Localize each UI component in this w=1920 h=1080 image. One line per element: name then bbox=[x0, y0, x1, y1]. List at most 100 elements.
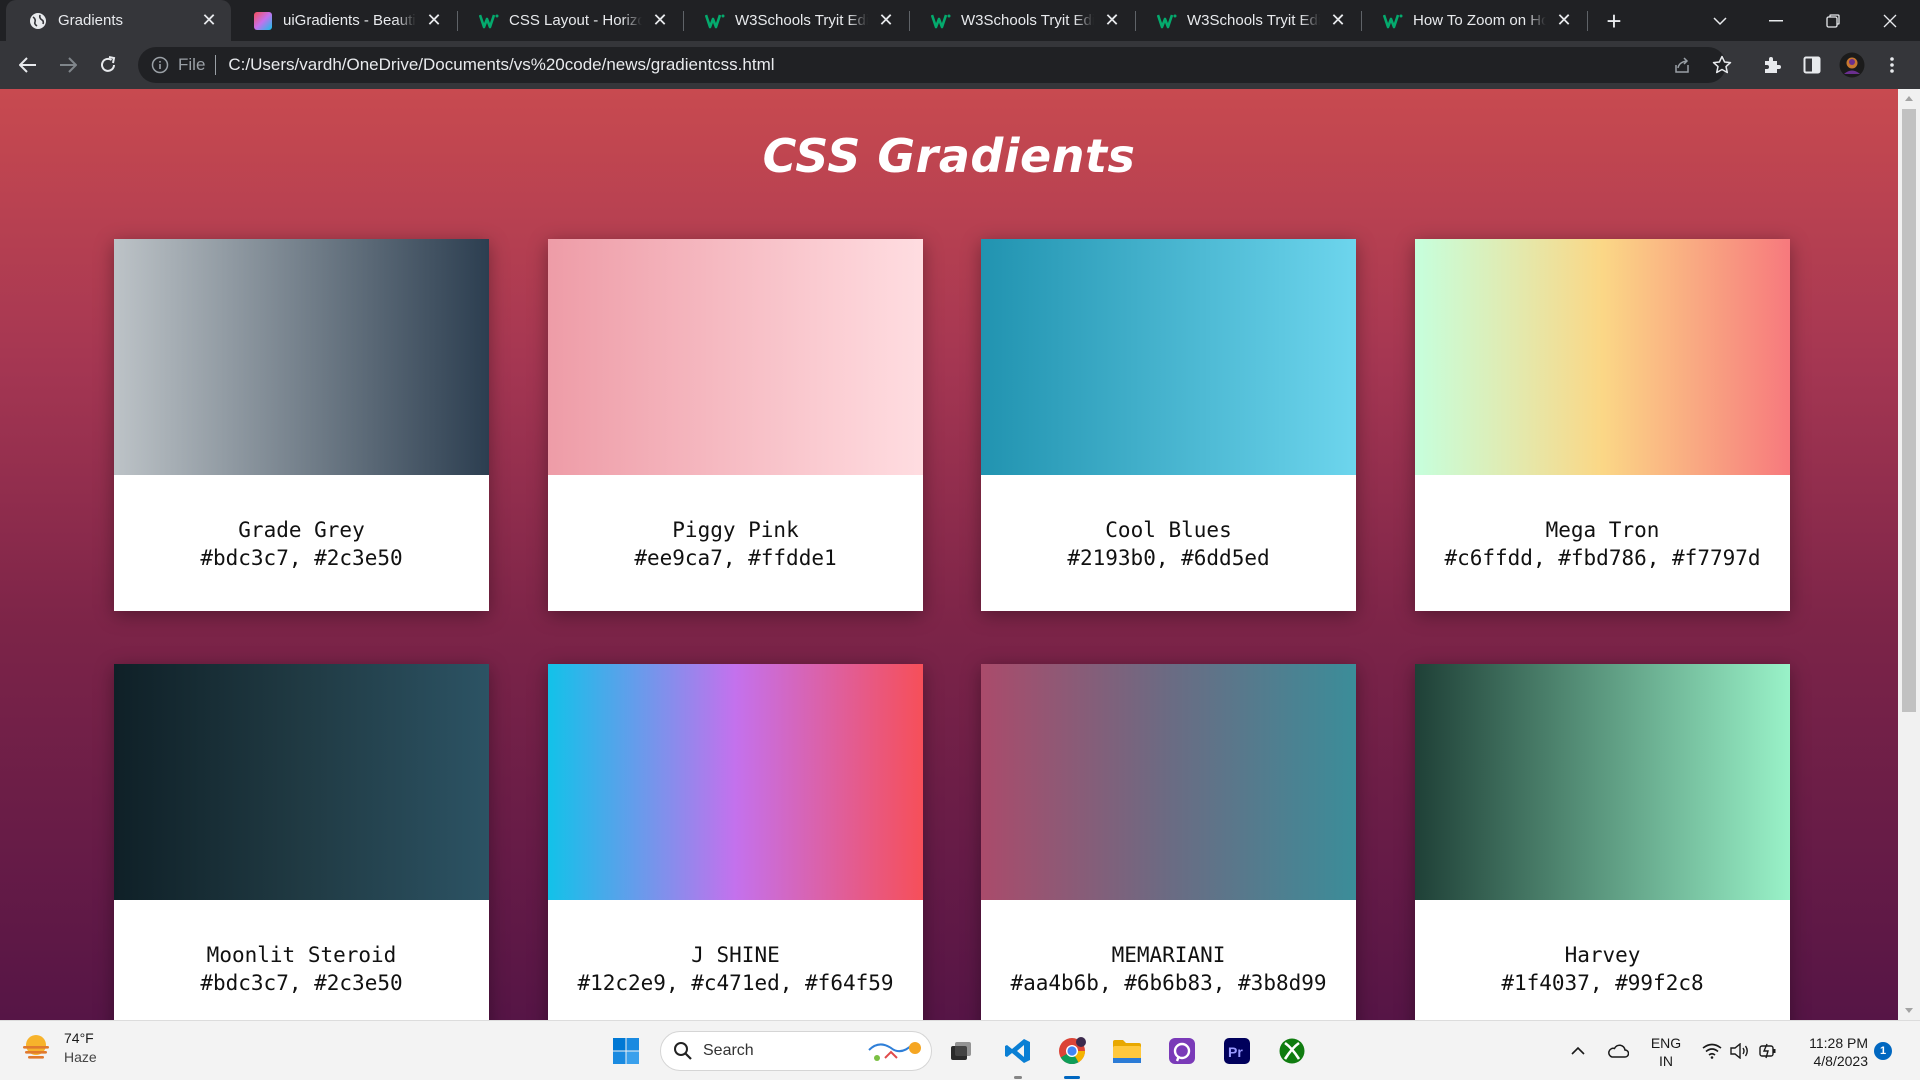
volume-icon[interactable] bbox=[1728, 1021, 1752, 1080]
reload-icon[interactable] bbox=[92, 49, 124, 81]
scrollbar-thumb[interactable] bbox=[1902, 109, 1916, 712]
tab-title: uiGradients - Beautiful colored gradient… bbox=[283, 12, 416, 29]
battery-charging-icon[interactable] bbox=[1756, 1021, 1780, 1080]
gradient-swatch bbox=[981, 239, 1356, 475]
close-tab-icon[interactable]: ✕ bbox=[1100, 9, 1124, 33]
gradient-info: Cool Blues #2193b0, #6dd5ed bbox=[981, 475, 1356, 611]
tab-gradients[interactable]: Gradients ✕ bbox=[6, 0, 231, 41]
taskbar-search-box[interactable]: Search bbox=[660, 1031, 932, 1071]
tab-uigradients[interactable]: uiGradients - Beautiful colored gradient… bbox=[231, 0, 456, 41]
restore-icon[interactable] bbox=[1805, 0, 1861, 41]
tab-title: How To Zoom on Hover bbox=[1413, 12, 1546, 29]
side-panel-icon[interactable] bbox=[1796, 49, 1828, 81]
address-scheme-label: File bbox=[178, 55, 206, 74]
gradient-name: MEMARIANI bbox=[1111, 943, 1226, 967]
tab-title: CSS Layout - Horizontal & Vertical Align bbox=[509, 12, 642, 29]
gradient-name: Grade Grey bbox=[238, 518, 365, 542]
gradient-swatch bbox=[114, 239, 489, 475]
close-tab-icon[interactable]: ✕ bbox=[1552, 9, 1576, 33]
w3schools-icon bbox=[705, 11, 725, 31]
close-tab-icon[interactable]: ✕ bbox=[1326, 9, 1350, 33]
scroll-down-arrow-icon[interactable] bbox=[1898, 1002, 1920, 1020]
gradient-codes: #bdc3c7, #2c3e50 bbox=[200, 971, 403, 995]
tab-search-chevron-icon[interactable] bbox=[1692, 0, 1748, 41]
gradient-name: Piggy Pink bbox=[672, 518, 799, 542]
tab-strip: Gradients ✕ uiGradients - Beautiful colo… bbox=[0, 0, 1920, 41]
gradient-card[interactable]: Cool Blues #2193b0, #6dd5ed bbox=[981, 239, 1356, 611]
gradient-codes: #c6ffdd, #fbd786, #f7797d bbox=[1444, 546, 1761, 570]
tab-title: W3Schools Tryit Editor bbox=[961, 12, 1094, 29]
tab-title: W3Schools Tryit Editor bbox=[735, 12, 868, 29]
address-bar[interactable]: File C:/Users/vardh/OneDrive/Documents/v… bbox=[138, 47, 1726, 83]
page-title: CSS Gradients bbox=[762, 129, 1136, 183]
gradient-info: MEMARIANI #aa4b6b, #6b6b83, #3b8d99 bbox=[981, 900, 1356, 1020]
scroll-up-arrow-icon[interactable] bbox=[1898, 89, 1920, 107]
gradient-card[interactable]: Mega Tron #c6ffdd, #fbd786, #f7797d bbox=[1415, 239, 1790, 611]
tab-tryit-1[interactable]: W3Schools Tryit Editor ✕ bbox=[683, 0, 908, 41]
uigradients-icon bbox=[253, 11, 273, 31]
extensions-puzzle-icon[interactable] bbox=[1756, 49, 1788, 81]
gradient-name: Mega Tron bbox=[1545, 518, 1660, 542]
gradient-swatch bbox=[548, 239, 923, 475]
app-purple-icon[interactable] bbox=[1162, 1031, 1202, 1071]
gradient-name: Moonlit Steroid bbox=[206, 943, 397, 967]
gradient-card[interactable]: Moonlit Steroid #bdc3c7, #2c3e50 bbox=[114, 664, 489, 1020]
gradient-card[interactable]: Grade Grey #bdc3c7, #2c3e50 bbox=[114, 239, 489, 611]
tab-separator bbox=[1587, 11, 1588, 31]
w3schools-icon bbox=[931, 11, 951, 31]
w3schools-icon bbox=[1383, 11, 1403, 31]
file-explorer-icon[interactable] bbox=[1107, 1031, 1147, 1071]
onedrive-cloud-icon[interactable] bbox=[1604, 1021, 1632, 1080]
back-arrow-icon[interactable] bbox=[12, 49, 44, 81]
windows-start-icon[interactable] bbox=[606, 1031, 646, 1071]
tab-tryit-3[interactable]: W3Schools Tryit Editor ✕ bbox=[1135, 0, 1360, 41]
gradient-codes: #2193b0, #6dd5ed bbox=[1067, 546, 1270, 570]
language-indicator[interactable]: ENG IN bbox=[1648, 1034, 1684, 1070]
close-window-icon[interactable] bbox=[1862, 0, 1918, 41]
close-tab-icon[interactable]: ✕ bbox=[197, 9, 221, 33]
wifi-icon[interactable] bbox=[1700, 1021, 1724, 1080]
address-divider bbox=[215, 55, 217, 75]
minimize-icon[interactable] bbox=[1748, 0, 1804, 41]
page-scrollbar[interactable] bbox=[1898, 89, 1920, 1020]
gradient-codes: #aa4b6b, #6b6b83, #3b8d99 bbox=[1010, 971, 1327, 995]
xbox-icon[interactable] bbox=[1272, 1031, 1312, 1071]
share-icon[interactable] bbox=[1666, 49, 1698, 81]
gradient-swatch bbox=[1415, 664, 1790, 900]
w3schools-icon bbox=[479, 11, 499, 31]
tab-tryit-2[interactable]: W3Schools Tryit Editor ✕ bbox=[909, 0, 1134, 41]
gradient-card[interactable]: Piggy Pink #ee9ca7, #ffdde1 bbox=[548, 239, 923, 611]
tab-css-layout[interactable]: CSS Layout - Horizontal & Vertical Align… bbox=[457, 0, 682, 41]
bookmark-star-icon[interactable] bbox=[1706, 49, 1738, 81]
gradient-codes: #ee9ca7, #ffdde1 bbox=[634, 546, 837, 570]
clock-date: 4/8/2023 bbox=[1813, 1053, 1869, 1069]
premiere-pro-icon[interactable]: Pr bbox=[1217, 1031, 1257, 1071]
task-view-icon[interactable] bbox=[940, 1031, 980, 1071]
tab-zoom-hover[interactable]: How To Zoom on Hover ✕ bbox=[1361, 0, 1586, 41]
gradient-card[interactable]: MEMARIANI #aa4b6b, #6b6b83, #3b8d99 bbox=[981, 664, 1356, 1020]
forward-arrow-icon[interactable] bbox=[52, 49, 84, 81]
gradient-card[interactable]: J SHINE #12c2e9, #c471ed, #f64f59 bbox=[548, 664, 923, 1020]
info-icon[interactable] bbox=[150, 55, 170, 75]
clock-time: 11:28 PM bbox=[1809, 1035, 1868, 1051]
vscode-icon[interactable] bbox=[998, 1031, 1038, 1071]
url-text[interactable]: C:/Users/vardh/OneDrive/Documents/vs%20c… bbox=[228, 55, 774, 75]
profile-avatar[interactable] bbox=[1836, 49, 1868, 81]
show-hidden-icons-chevron-icon[interactable] bbox=[1566, 1021, 1590, 1080]
gradient-swatch bbox=[1415, 239, 1790, 475]
weather-temp: 74°F bbox=[64, 1030, 94, 1046]
weather-widget[interactable]: 74°F Haze bbox=[20, 1029, 97, 1067]
gradient-info: J SHINE #12c2e9, #c471ed, #f64f59 bbox=[548, 900, 923, 1020]
gradient-info: Piggy Pink #ee9ca7, #ffdde1 bbox=[548, 475, 923, 611]
new-tab-button[interactable]: + bbox=[1598, 5, 1630, 37]
gradient-info: Moonlit Steroid #bdc3c7, #2c3e50 bbox=[114, 900, 489, 1020]
chrome-icon[interactable] bbox=[1052, 1031, 1092, 1071]
browser-menu-icon[interactable] bbox=[1876, 49, 1908, 81]
close-tab-icon[interactable]: ✕ bbox=[422, 9, 446, 33]
system-clock[interactable]: 11:28 PM 4/8/2023 bbox=[1796, 1034, 1868, 1070]
close-tab-icon[interactable]: ✕ bbox=[648, 9, 672, 33]
language-code: ENG bbox=[1650, 1035, 1682, 1051]
notification-badge[interactable]: 1 bbox=[1874, 1042, 1892, 1060]
close-tab-icon[interactable]: ✕ bbox=[874, 9, 898, 33]
gradient-card[interactable]: Harvey #1f4037, #99f2c8 bbox=[1415, 664, 1790, 1020]
